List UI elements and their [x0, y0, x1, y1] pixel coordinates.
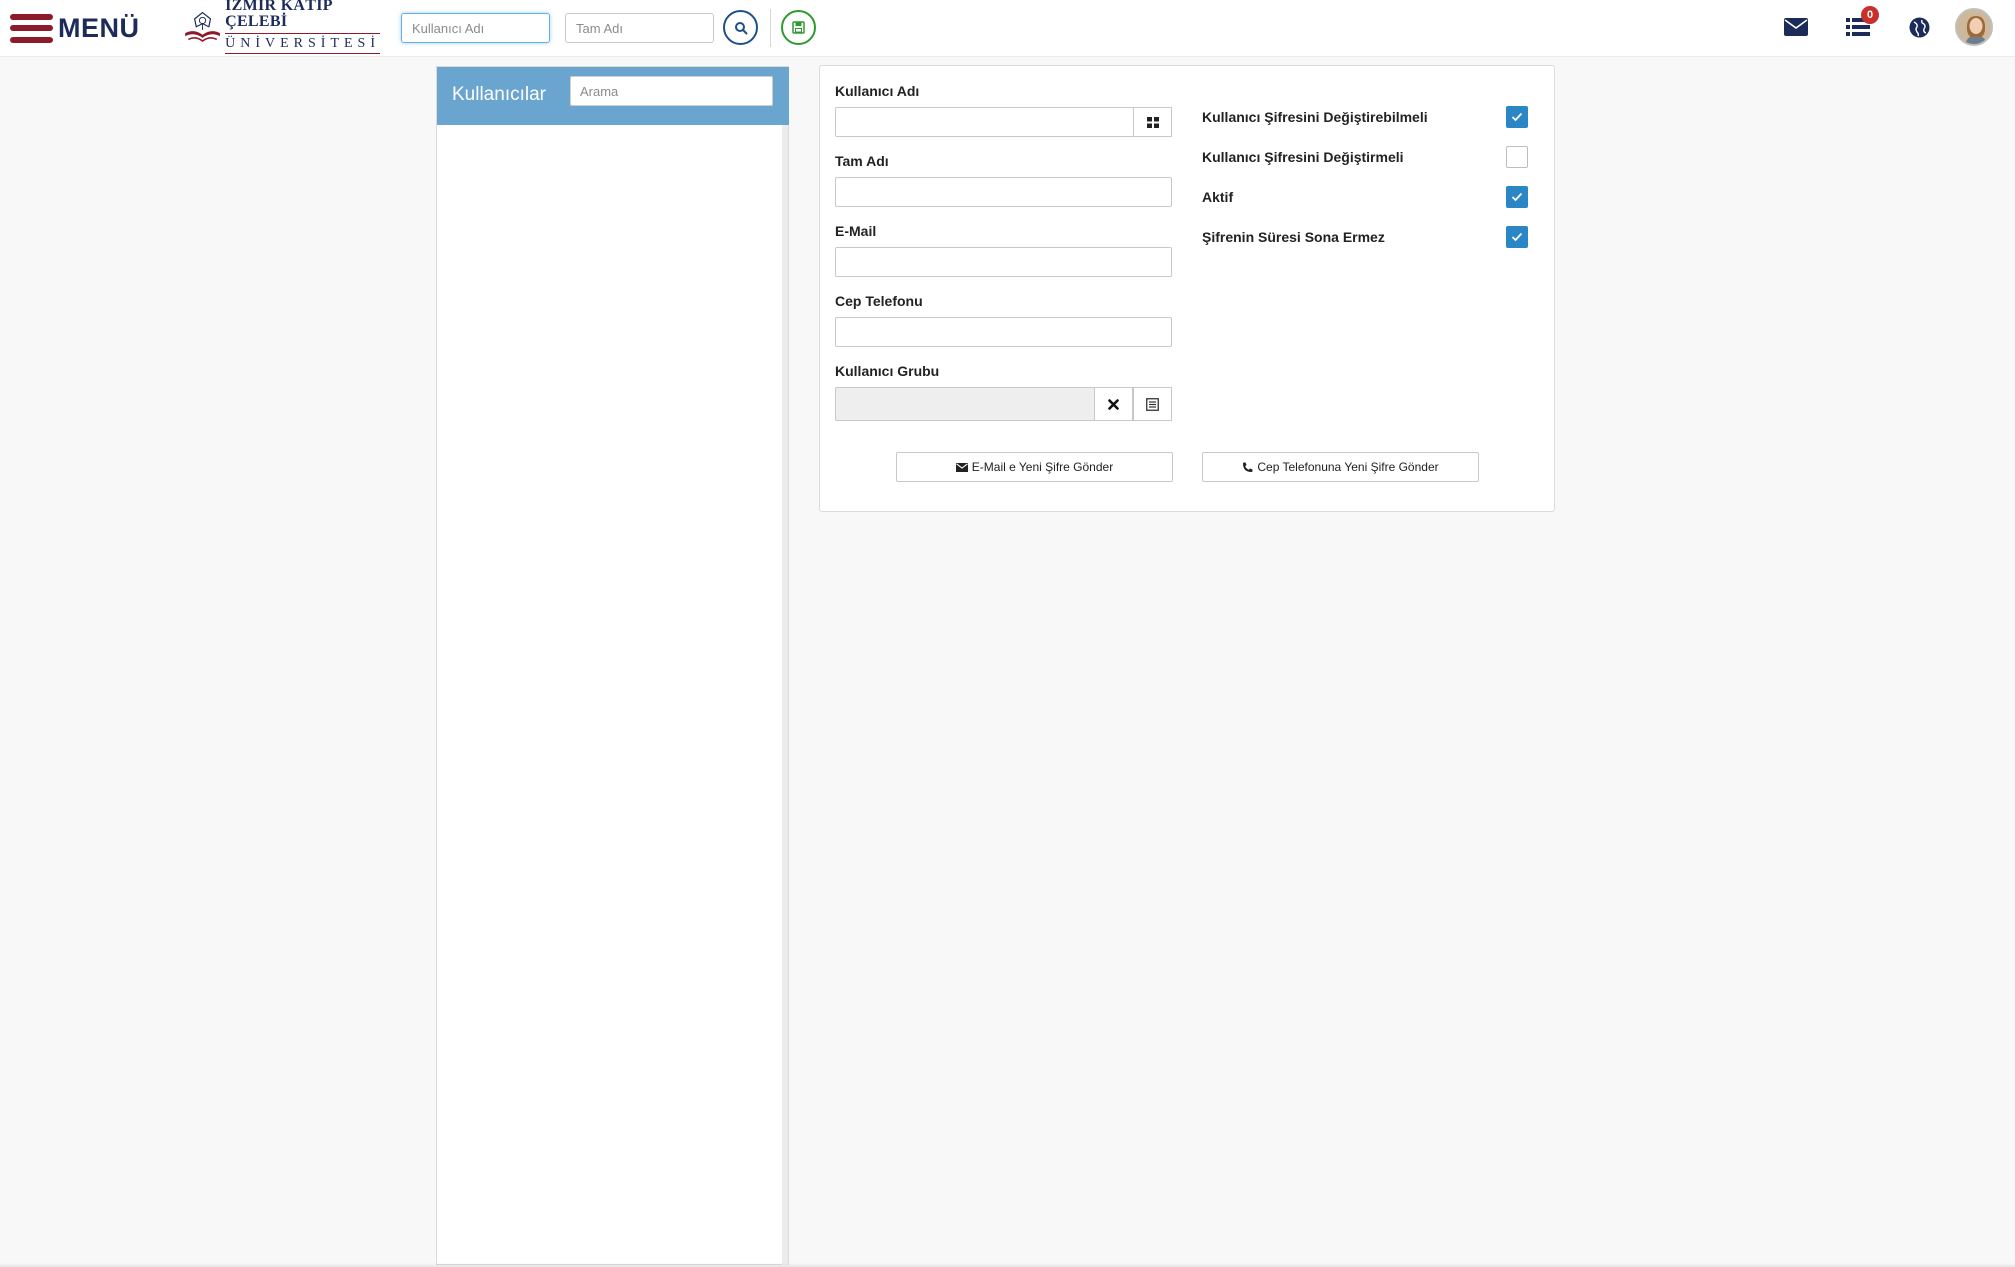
username-field[interactable] [835, 107, 1134, 137]
send-phone-password-label: Cep Telefonuna Yeni Şifre Gönder [1257, 460, 1439, 474]
avatar-image [1957, 10, 1991, 44]
top-navbar: MENÜ İZMİR KÂTİP ÇELEBİ ÜNİVERSİTESİ Kul… [0, 0, 2015, 57]
phone-field[interactable] [835, 317, 1172, 347]
check-icon [1511, 232, 1523, 242]
hamburger-icon [10, 13, 53, 43]
globe-icon [1909, 17, 1929, 37]
email-label: E-Mail [835, 223, 877, 239]
checkbox-row-must-change-password: Kullanıcı Şifresini Değiştirmeli [1202, 146, 1537, 170]
checkbox-label: Şifrenin Süresi Sona Ermez [1202, 229, 1385, 245]
checkbox-label: Kullanıcı Şifresini Değiştirebilmeli [1202, 109, 1428, 125]
toolbar-divider [770, 9, 771, 47]
tasks-button[interactable]: 0 [1843, 6, 1879, 42]
checkbox-label: Aktif [1202, 189, 1234, 205]
floppy-save-icon [792, 21, 805, 34]
user-group-field[interactable] [835, 387, 1095, 421]
university-logo[interactable]: İZMİR KÂTİP ÇELEBİ ÜNİVERSİTESİ [182, 0, 380, 54]
username-label: Kullanıcı Adı [835, 83, 920, 99]
users-panel: Kullanıcılar [436, 66, 789, 1265]
can-change-password-checkbox[interactable] [1506, 106, 1528, 128]
user-group-label: Kullanıcı Grubu [835, 363, 940, 379]
logo-subtitle: ÜNİVERSİTESİ [225, 33, 380, 54]
user-group-clear-button[interactable] [1094, 387, 1133, 421]
users-search-input[interactable] [570, 76, 773, 106]
username-lookup-button[interactable] [1133, 107, 1172, 137]
menu-label: MENÜ [58, 12, 140, 43]
fullname-label: Tam Adı [835, 153, 889, 169]
users-list-scrollbar[interactable] [782, 125, 788, 1265]
phone-label: Cep Telefonu [835, 293, 923, 309]
username-search-input[interactable] [401, 13, 550, 43]
user-avatar[interactable] [1955, 8, 1993, 46]
menu-button[interactable]: MENÜ [10, 10, 140, 46]
user-form-panel: Kullanıcı Adı Tam Adı E-Mail Cep Telefon… [819, 65, 1555, 512]
send-phone-password-button[interactable]: Cep Telefonuna Yeni Şifre Gönder [1202, 452, 1479, 482]
checkbox-row-can-change-password: Kullanıcı Şifresini Değiştirebilmeli [1202, 106, 1537, 130]
envelope-icon [955, 462, 968, 472]
active-checkbox[interactable] [1506, 186, 1528, 208]
language-button[interactable] [1904, 12, 1934, 42]
password-never-expires-checkbox[interactable] [1506, 226, 1528, 248]
grid-icon [1146, 116, 1159, 128]
send-email-password-label: E-Mail e Yeni Şifre Gönder [971, 460, 1114, 474]
check-icon [1511, 112, 1523, 122]
messages-button[interactable] [1781, 12, 1811, 42]
close-icon [1108, 398, 1119, 410]
email-field[interactable] [835, 247, 1172, 277]
must-change-password-checkbox[interactable] [1506, 146, 1528, 168]
phone-icon [1243, 462, 1253, 472]
university-emblem-icon [185, 11, 220, 43]
checkbox-row-password-never-expires: Şifrenin Süresi Sona Ermez [1202, 226, 1537, 250]
send-email-password-button[interactable]: E-Mail e Yeni Şifre Gönder [896, 452, 1173, 482]
fullname-search-input[interactable] [565, 13, 714, 43]
checkbox-label: Kullanıcı Şifresini Değiştirmeli [1202, 149, 1404, 165]
tasks-count-badge: 0 [1861, 6, 1879, 24]
search-icon [734, 21, 747, 34]
bottom-shadow [0, 1263, 2015, 1267]
envelope-icon [1784, 18, 1808, 36]
users-list [437, 125, 782, 1265]
checkbox-row-active: Aktif [1202, 186, 1537, 210]
save-button[interactable] [781, 10, 816, 45]
search-button[interactable] [723, 10, 758, 45]
users-panel-header: Kullanıcılar [437, 67, 789, 125]
users-panel-title: Kullanıcılar [452, 84, 546, 105]
user-group-select-button[interactable] [1133, 387, 1172, 421]
check-icon [1511, 192, 1523, 202]
fullname-field[interactable] [835, 177, 1172, 207]
list-select-icon [1146, 397, 1159, 411]
logo-title: İZMİR KÂTİP ÇELEBİ [225, 0, 332, 30]
